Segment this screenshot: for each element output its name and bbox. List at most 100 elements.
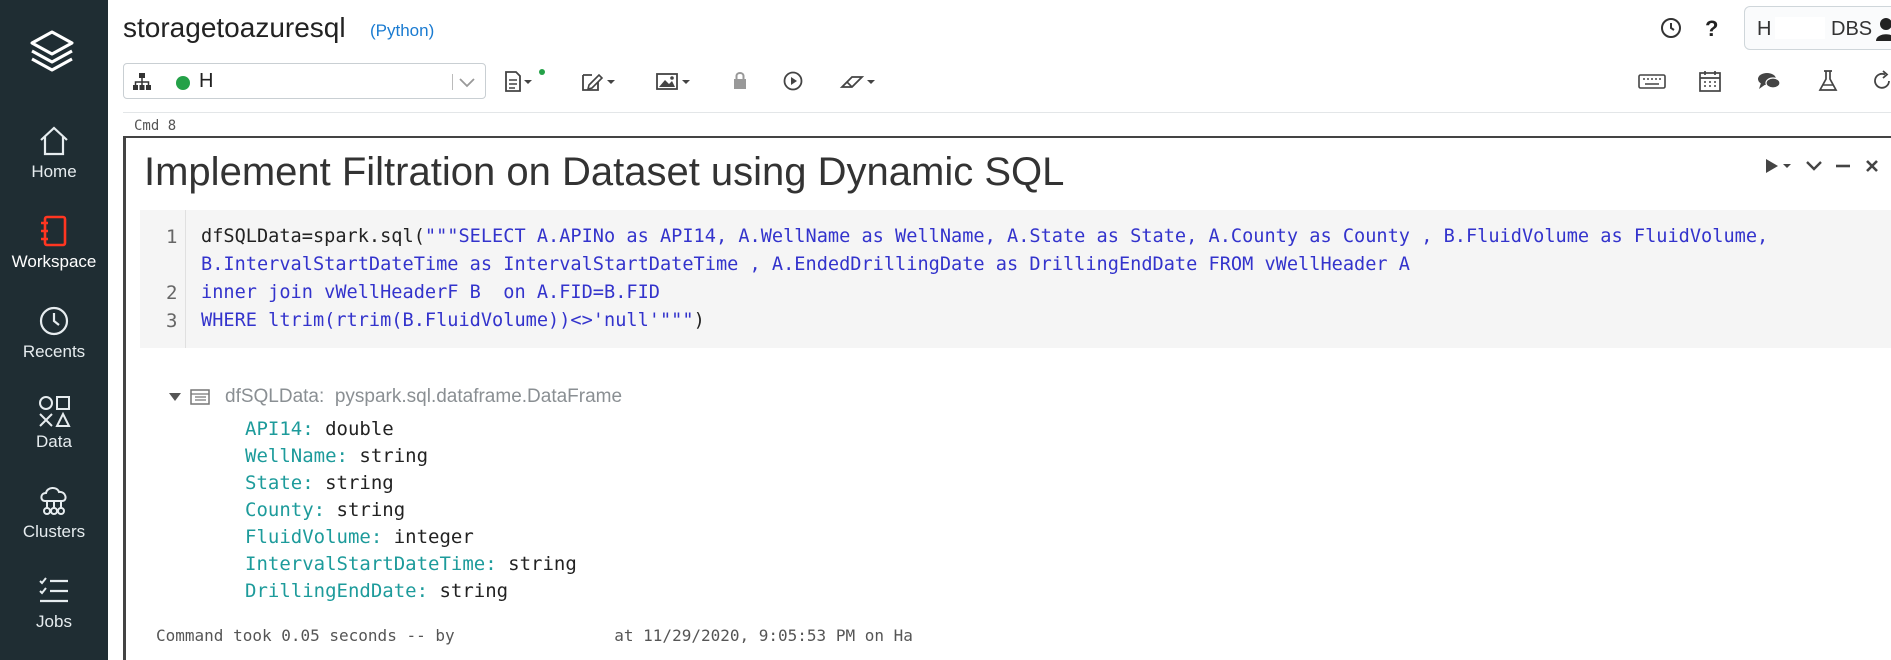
schema-type: integer	[393, 526, 474, 548]
comments-icon[interactable]	[1755, 68, 1783, 94]
code-line-3: WHERE ltrim(rtrim(B.FluidVolume))<>'null…	[201, 310, 705, 331]
sidebar-item-data[interactable]: Data	[0, 394, 108, 474]
help-icon[interactable]: ?	[1698, 14, 1726, 42]
schema-field: County:	[245, 499, 326, 521]
dataframe-header: dfSQLData: pyspark.sql.dataframe.DataFra…	[225, 386, 622, 408]
schema-row: IntervalStartDateTime: string	[245, 551, 577, 578]
dataframe-var-name: dfSQLData:	[225, 386, 325, 407]
clusters-icon	[40, 487, 67, 515]
chevron-down-icon[interactable]	[457, 72, 477, 92]
user-org: DBS	[1831, 18, 1873, 40]
data-icon	[39, 396, 71, 427]
schema-row: DrillingEndDate: string	[245, 578, 577, 605]
minimize-cell-icon[interactable]	[1833, 156, 1853, 176]
refresh-icon[interactable]	[1873, 68, 1891, 94]
schema-field: FluidVolume:	[245, 526, 383, 548]
sidebar-item-home[interactable]: Home	[0, 124, 108, 204]
cluster-status-dot	[176, 76, 190, 90]
schema-type: double	[325, 418, 394, 440]
cluster-name: H	[199, 70, 214, 92]
sidebar-item-label: Recents	[22, 342, 86, 361]
schema-type: string	[325, 472, 394, 494]
schema-type: string	[359, 445, 429, 467]
run-cell-icon[interactable]	[1763, 156, 1795, 176]
home-icon	[40, 126, 68, 156]
schema-field: State:	[245, 472, 314, 494]
user-initial: H	[1757, 18, 1772, 40]
redacted-user-name	[1775, 17, 1825, 39]
code-text: )	[693, 310, 705, 331]
schema-field: IntervalStartDateTime:	[245, 553, 497, 575]
close-icon[interactable]	[1862, 156, 1882, 176]
clear-menu-icon[interactable]	[838, 68, 882, 94]
dataframe-table-icon	[190, 389, 210, 405]
schema-field: DrillingEndDate:	[245, 580, 429, 602]
schema-row: WellName: string	[245, 443, 577, 470]
jobs-icon	[39, 577, 68, 603]
sidebar-item-label: Data	[36, 432, 72, 451]
workspace-icon	[41, 215, 67, 247]
lock-icon[interactable]	[730, 68, 750, 94]
schema-row: County: string	[245, 497, 577, 524]
notebook-title[interactable]: storagetoazuresql	[123, 12, 346, 44]
code-string: inner join vWellHeaderF B on A.FID=B.FID	[201, 282, 660, 303]
user-menu[interactable]: H DBS	[1744, 6, 1891, 50]
sidebar-item-recents[interactable]: Recents	[0, 304, 108, 384]
dataframe-schema: API14: double WellName: string State: st…	[245, 416, 577, 605]
code-line-1-wrap: B.IntervalStartDateTime as IntervalStart…	[201, 254, 1410, 275]
footer-prefix: Command took 0.05 seconds -- by	[156, 626, 455, 645]
line-number: 2	[166, 282, 178, 304]
cell-title[interactable]: Implement Filtration on Dataset using Dy…	[144, 150, 1064, 195]
dataframe-type: pyspark.sql.dataframe.DataFrame	[334, 386, 623, 407]
collapse-caret-icon[interactable]	[168, 391, 182, 403]
schema-type: string	[439, 580, 509, 602]
sidebar: Home Workspace Recents Data Clusters Job…	[0, 0, 108, 660]
experiment-icon[interactable]	[1816, 68, 1840, 94]
code-string: WHERE ltrim(rtrim(B.FluidVolume))<>'null…	[201, 310, 694, 331]
schema-field: API14:	[245, 418, 314, 440]
clock-icon	[39, 306, 69, 336]
schema-field: WellName:	[245, 445, 348, 467]
code-string: B.IntervalStartDateTime as IntervalStart…	[201, 254, 1410, 275]
keyboard-icon[interactable]	[1637, 68, 1667, 94]
chevron-down-icon[interactable]	[1804, 156, 1824, 176]
schema-row: API14: double	[245, 416, 577, 443]
notebook-cell[interactable]: Implement Filtration on Dataset using Dy…	[123, 136, 1891, 660]
view-menu-icon[interactable]	[655, 68, 697, 94]
schedule-run-icon[interactable]	[781, 68, 805, 94]
sidebar-item-label: Jobs	[36, 612, 72, 631]
edit-menu-icon[interactable]	[580, 68, 622, 94]
divider	[452, 74, 453, 90]
notebook-language[interactable]: (Python)	[370, 21, 434, 41]
footer-suffix: at 11/29/2020, 9:05:53 PM on Ha	[614, 626, 913, 645]
sidebar-item-jobs[interactable]: Jobs	[0, 574, 108, 654]
line-gutter: 1 2 3	[140, 210, 186, 348]
toolbar-divider	[123, 112, 1891, 113]
schema-type: string	[336, 499, 406, 521]
sidebar-item-label: Home	[31, 162, 77, 181]
calendar-icon[interactable]	[1697, 68, 1723, 94]
command-footer: Command took 0.05 seconds -- by at 11/29…	[156, 626, 913, 645]
svg-text:?: ?	[1705, 16, 1718, 41]
schema-row: State: string	[245, 470, 577, 497]
sidebar-item-clusters[interactable]: Clusters	[0, 484, 108, 564]
user-icon	[1876, 18, 1891, 41]
code-string: """SELECT A.APINo as API14, A.WellName a…	[424, 226, 1769, 247]
schema-row: FluidVolume: integer	[245, 524, 577, 551]
sidebar-item-label: Clusters	[22, 522, 86, 541]
cluster-selector[interactable]: H	[123, 63, 486, 99]
sidebar-item-label: Workspace	[11, 252, 97, 271]
databricks-logo-icon[interactable]	[26, 26, 78, 78]
revision-history-icon[interactable]	[1657, 14, 1685, 42]
cluster-tree-icon	[133, 73, 151, 90]
cmd-label: Cmd 8	[134, 118, 177, 134]
line-number: 3	[166, 310, 178, 332]
code-line-1: dfSQLData=spark.sql("""SELECT A.APINo as…	[201, 226, 1768, 247]
line-number: 1	[166, 226, 178, 248]
schema-type: string	[508, 553, 577, 575]
sidebar-item-workspace[interactable]: Workspace	[0, 214, 108, 294]
code-line-2: inner join vWellHeaderF B on A.FID=B.FID	[201, 282, 660, 303]
code-text: dfSQLData=spark.sql(	[201, 226, 425, 247]
file-menu-icon[interactable]	[503, 68, 547, 94]
code-editor[interactable]: 1 2 3 dfSQLData=spark.sql("""SELECT A.AP…	[140, 210, 1891, 348]
